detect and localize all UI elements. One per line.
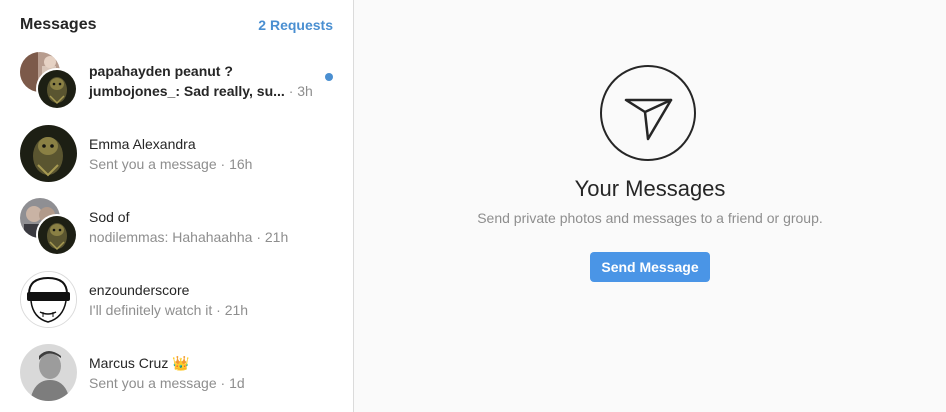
send-message-button[interactable]: Send Message: [590, 252, 710, 282]
thread-text: Marcus Cruz 👑 Sent you a message · 1d: [89, 353, 245, 393]
thread-text: Sod of nodilemmas: Hahahaahha · 21h: [89, 207, 288, 247]
thread-name: Marcus Cruz 👑: [89, 354, 190, 371]
empty-state-subtitle: Send private photos and messages to a fr…: [477, 210, 823, 226]
thread-name: enzounderscore: [89, 281, 190, 298]
empty-state-panel: Your Messages Send private photos and me…: [354, 0, 946, 412]
sidebar-title: Messages: [20, 16, 97, 33]
thread-time: · 3h: [288, 82, 313, 99]
avatar: [36, 213, 78, 256]
sketch-avatar: [20, 270, 78, 329]
paper-plane-icon: [600, 65, 696, 161]
thread-item[interactable]: Marcus Cruz 👑 Sent you a message · 1d: [0, 336, 353, 409]
direct-messages-app: Messages 2 Requests papahayden peanut ? …: [0, 0, 946, 412]
thread-name: Sod of: [89, 208, 130, 225]
thread-list: papahayden peanut ? jumbojones_: Sad rea…: [0, 44, 353, 409]
thread-time: · 21h: [216, 301, 249, 318]
thread-preview: jumbojones_: Sad really, su...: [89, 82, 285, 99]
thread-item[interactable]: enzounderscore I'll definitely watch it …: [0, 263, 353, 336]
thread-text: enzounderscore I'll definitely watch it …: [89, 280, 248, 320]
requests-link[interactable]: 2 Requests: [258, 17, 333, 33]
sidebar-header: Messages 2 Requests: [0, 0, 353, 50]
thread-subline: nodilemmas: Hahahaahha · 21h: [89, 227, 288, 247]
profile-avatar: [20, 124, 78, 183]
thread-item[interactable]: Emma Alexandra Sent you a message · 16h: [0, 117, 353, 190]
avatar: [20, 270, 77, 328]
thread-preview: I'll definitely watch it: [89, 301, 213, 318]
avatar: [36, 67, 78, 110]
thread-time: · 16h: [220, 155, 253, 172]
thread-item[interactable]: papahayden peanut ? jumbojones_: Sad rea…: [0, 44, 353, 117]
thread-item[interactable]: Sod of nodilemmas: Hahahaahha · 21h: [0, 190, 353, 263]
thread-preview: nodilemmas: Hahahaahha: [89, 228, 253, 245]
thread-text: Emma Alexandra Sent you a message · 16h: [89, 134, 252, 174]
thread-text: papahayden peanut ? jumbojones_: Sad rea…: [89, 61, 313, 101]
thread-time: · 1d: [220, 374, 245, 391]
avatar: [20, 343, 77, 401]
unread-dot: [325, 73, 333, 81]
thread-subline: Sent you a message · 1d: [89, 373, 245, 393]
group-avatar: [20, 51, 78, 110]
thread-subline: Sent you a message · 16h: [89, 154, 252, 174]
empty-state-title: Your Messages: [574, 176, 726, 201]
avatar: [20, 124, 77, 182]
group-avatar: [20, 197, 78, 256]
inbox-sidebar: Messages 2 Requests papahayden peanut ? …: [0, 0, 354, 412]
profile-avatar: [20, 343, 78, 402]
thread-name: Emma Alexandra: [89, 135, 196, 152]
thread-name: papahayden peanut ?: [89, 62, 233, 79]
thread-time: · 21h: [256, 228, 289, 245]
thread-subline: I'll definitely watch it · 21h: [89, 300, 248, 320]
thread-preview: Sent you a message: [89, 155, 217, 172]
thread-preview: Sent you a message: [89, 374, 217, 391]
thread-subline: jumbojones_: Sad really, su... · 3h: [89, 81, 313, 101]
